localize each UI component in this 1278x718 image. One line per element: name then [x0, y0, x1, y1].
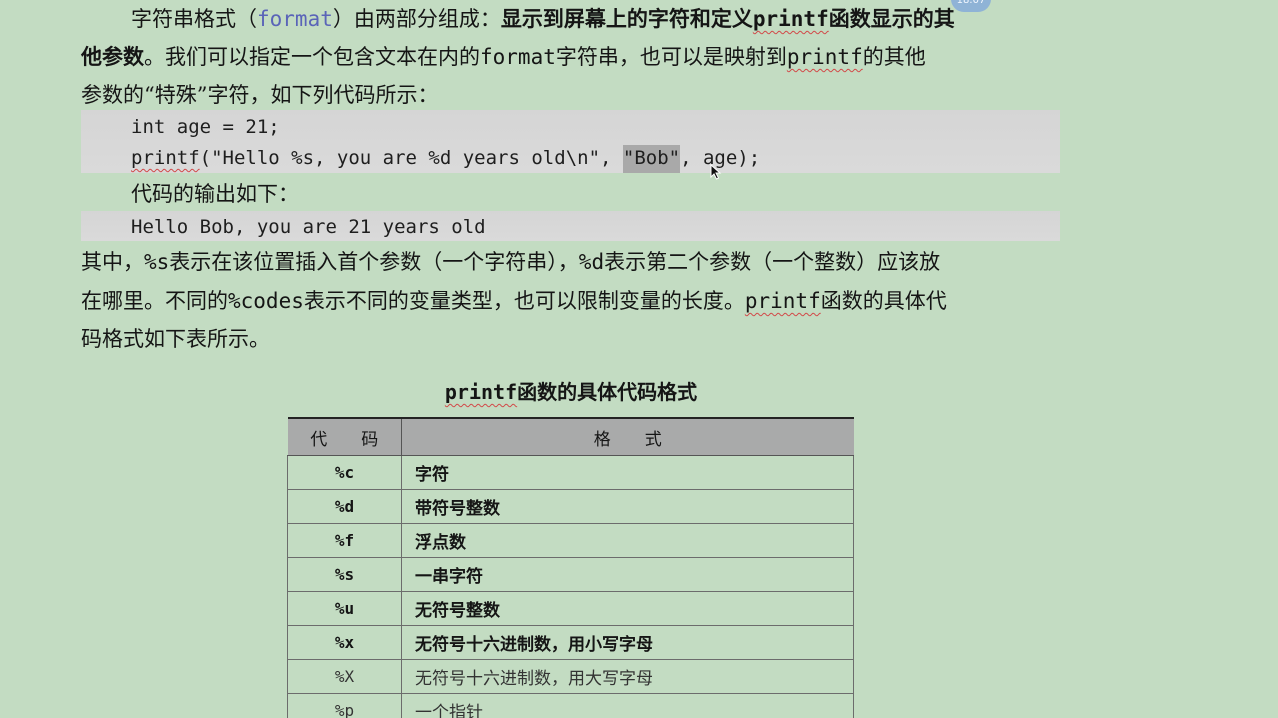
- code-fn-printf: printf: [131, 147, 200, 169]
- cell-code: %p: [287, 693, 402, 718]
- cell-code: %d: [287, 489, 402, 524]
- paragraph-1-line-1: 字符串格式（format）由两部分组成：显示到屏幕上的字符和定义printf函数…: [131, 5, 1116, 33]
- table-title: printf函数的具体代码格式: [288, 379, 854, 405]
- paragraph-1-line-3: 参数的“特殊”字符，如下列代码所示：: [81, 83, 439, 107]
- inline-code-codes: %codes: [228, 289, 304, 313]
- text-run: 表示不同的变量类型，也可以限制变量的长度。: [303, 289, 745, 313]
- table-title-code: printf: [444, 380, 518, 404]
- text-run: 函数的具体代: [820, 289, 947, 313]
- text-run: 的其他: [862, 45, 926, 69]
- cell-code: %f: [287, 523, 402, 558]
- table-row: %X 无符号十六进制数，用大写字母: [287, 659, 854, 694]
- text-run: ）由两部分组成：: [332, 7, 501, 31]
- paragraph-1-line-2: 他参数。我们可以指定一个包含文本在内的format字符串，也可以是映射到prin…: [81, 43, 1066, 71]
- table-row: %x 无符号十六进制数，用小写字母: [287, 625, 854, 660]
- header-code: 代 码: [287, 417, 402, 456]
- cell-code: %X: [287, 659, 402, 694]
- header-format: 格 式: [401, 417, 854, 456]
- cell-code: %c: [287, 455, 402, 490]
- inline-code-d: %d: [578, 250, 605, 274]
- inline-code-printf: printf: [786, 45, 863, 69]
- bold-text: 函数显示的其: [828, 6, 955, 31]
- cell-desc: 无符号十六进制数，用大写字母: [401, 659, 854, 694]
- table-row: %c 字符: [287, 455, 854, 490]
- cell-code: %s: [287, 557, 402, 592]
- table-header-row: 代 码 格 式: [287, 417, 854, 456]
- mouse-cursor-icon: [710, 164, 722, 180]
- text-run: 其中，: [81, 250, 144, 274]
- selected-text[interactable]: "Bob": [622, 145, 681, 173]
- text-run: 字符串格式（: [131, 7, 257, 31]
- output-line-1: Hello Bob, you are 21 years old: [131, 216, 486, 238]
- table-row: %d 带符号整数: [287, 489, 854, 524]
- inline-code-format: format: [257, 7, 333, 31]
- cell-desc: 带符号整数: [401, 489, 854, 524]
- cell-desc: 字符: [401, 455, 854, 490]
- code-text: ("Hello %s, you are %d years old\n",: [199, 147, 623, 169]
- cell-desc: 一个指针: [401, 693, 854, 718]
- inline-code-format: format: [480, 45, 556, 69]
- table-row: %p 一个指针: [287, 693, 854, 718]
- table-row: %s 一串字符: [287, 557, 854, 592]
- code-line-1: int age = 21;: [131, 116, 280, 138]
- bold-text: 他参数: [81, 44, 144, 69]
- table-row: %u 无符号整数: [287, 591, 854, 626]
- inline-code-printf: printf: [752, 7, 829, 31]
- text-run: 表示在该位置插入首个参数（一个字符串），: [169, 250, 579, 274]
- table-title-text: 函数的具体代码格式: [517, 380, 698, 404]
- paragraph-2-line-3: 码格式如下表所示。: [81, 327, 270, 351]
- text-run: 字符串，也可以是映射到: [555, 45, 787, 69]
- inline-code-s: %s: [144, 250, 170, 274]
- text-run: 表示第二个参数（一个整数）应该放: [604, 250, 941, 274]
- output-caption: 代码的输出如下：: [131, 182, 299, 206]
- text-run: 。我们可以指定一个包含文本在内的: [144, 45, 480, 69]
- text-run: 在哪里。不同的: [81, 289, 228, 313]
- table-row: %f 浮点数: [287, 523, 854, 558]
- cell-desc: 浮点数: [401, 523, 854, 558]
- cell-desc: 无符号整数: [401, 591, 854, 626]
- format-codes-table: 代 码 格 式 %c 字符 %d 带符号整数 %f 浮点数 %s 一串字符 %u…: [287, 417, 854, 718]
- code-line-2[interactable]: printf("Hello %s, you are %d years old\n…: [131, 145, 760, 173]
- cell-code: %u: [287, 591, 402, 626]
- cell-desc: 一串字符: [401, 557, 854, 592]
- cell-desc: 无符号十六进制数，用小写字母: [401, 625, 854, 660]
- cell-code: %x: [287, 625, 402, 660]
- paragraph-2-line-2: 在哪里。不同的%codes表示不同的变量类型，也可以限制变量的长度。printf…: [81, 287, 1066, 315]
- paragraph-2-line-1: 其中，%s表示在该位置插入首个参数（一个字符串），%d表示第二个参数（一个整数）…: [81, 248, 1066, 276]
- bold-text: 显示到屏幕上的字符和定义: [500, 6, 753, 31]
- inline-code-printf: printf: [744, 289, 821, 313]
- document-page: 18:07 字符串格式（format）由两部分组成：显示到屏幕上的字符和定义pr…: [0, 0, 1278, 718]
